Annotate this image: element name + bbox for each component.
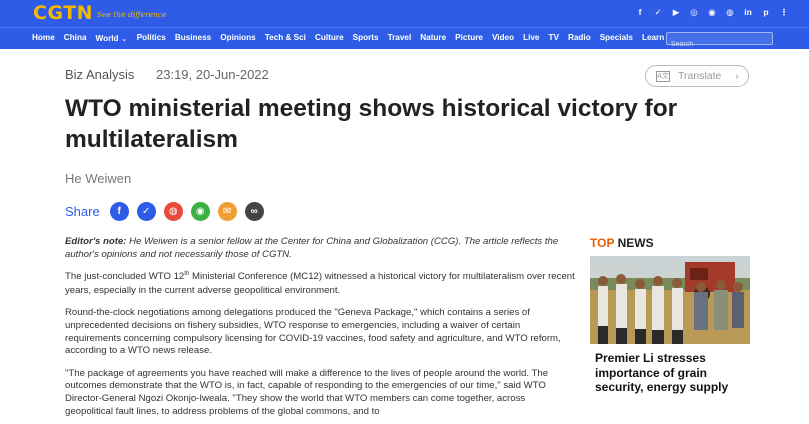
chevron-right-icon: ›	[735, 70, 739, 82]
social-links: f ✓ ▶ ◎ ◉ ◍ in p ⋮	[635, 7, 789, 17]
nav-live[interactable]: Live	[523, 33, 539, 43]
twitter-share-icon[interactable]: ✓	[136, 202, 156, 221]
editors-note: Editor's note: He Weiwen is a senior fel…	[65, 236, 575, 261]
search-input[interactable]	[667, 39, 772, 50]
link-share-icon[interactable]: ∞	[244, 202, 264, 221]
nav-radio[interactable]: Radio	[568, 33, 591, 43]
article-body: Editor's note: He Weiwen is a senior fel…	[65, 236, 575, 424]
youtube-icon[interactable]: ▶	[671, 7, 681, 17]
nav-picture[interactable]: Picture	[455, 33, 483, 43]
linkedin-icon[interactable]: in	[743, 7, 753, 17]
nav-nature[interactable]: Nature	[420, 33, 446, 43]
nav-specials[interactable]: Specials	[600, 33, 633, 43]
translate-button[interactable]: A文 Translate ›	[645, 65, 749, 87]
article-title: WTO ministerial meeting shows historical…	[65, 95, 678, 153]
nav-politics[interactable]: Politics	[137, 33, 166, 43]
top-news-headline[interactable]: Premier Li stresses importance of grain …	[595, 351, 745, 395]
translate-label: Translate	[678, 70, 722, 82]
top-header: CGTN See the difference f ✓ ▶ ◎ ◉ ◍ in p…	[0, 0, 809, 27]
article-author[interactable]: He Weiwen	[65, 171, 131, 186]
main-nav: Home China World ⌄ Politics Business Opi…	[0, 27, 809, 50]
slogan: See the difference	[97, 10, 167, 19]
article-timestamp: 23:19, 20-Jun-2022	[156, 67, 269, 82]
nav-tech-sci[interactable]: Tech & Sci	[265, 33, 306, 43]
p1-sup: th	[184, 271, 190, 278]
weibo-share-icon[interactable]: ◍	[163, 202, 183, 221]
nav-china[interactable]: China	[64, 33, 87, 43]
nav-tv[interactable]: TV	[548, 33, 558, 43]
nav-home[interactable]: Home	[32, 33, 55, 43]
instagram-icon[interactable]: ◎	[689, 7, 699, 17]
cgtn-logo[interactable]: CGTN	[33, 2, 93, 24]
nav-travel[interactable]: Travel	[388, 33, 412, 43]
nav-sports[interactable]: Sports	[353, 33, 379, 43]
editors-note-label: Editor's note:	[65, 236, 127, 247]
nav-video[interactable]: Video	[492, 33, 514, 43]
nav-world[interactable]: World ⌄	[96, 33, 128, 43]
weibo-icon[interactable]: ◍	[725, 7, 735, 17]
pinterest-icon[interactable]: p	[761, 7, 771, 17]
translate-icon: A文	[656, 70, 670, 82]
nav-business[interactable]: Business	[175, 33, 211, 43]
article-category[interactable]: Biz Analysis	[65, 67, 134, 82]
paragraph-3: "The package of agreements you have reac…	[65, 367, 549, 417]
p1-start: The just-concluded WTO 12	[65, 271, 185, 283]
article-meta: Biz Analysis 23:19, 20-Jun-2022	[65, 67, 269, 82]
facebook-share-icon[interactable]: f	[109, 202, 129, 221]
chevron-down-icon: ⌄	[118, 34, 128, 43]
paragraph-2: Round-the-clock negotiations among deleg…	[65, 307, 561, 357]
more-icon[interactable]: ⋮	[779, 7, 789, 17]
editors-note-text: He Weiwen is a senior fellow at the Cent…	[65, 236, 559, 260]
top-news-image[interactable]	[590, 256, 750, 344]
twitter-icon[interactable]: ✓	[653, 7, 663, 17]
nav-world-label: World	[95, 34, 119, 43]
top-news-accent: TOP	[590, 236, 615, 250]
top-news-heading: TOP NEWS	[590, 236, 654, 250]
share-bar: Share f ✓ ◍ ◉ ✉ ∞	[65, 202, 264, 221]
nav-items: Home China World ⌄ Politics Business Opi…	[32, 33, 698, 43]
facebook-icon[interactable]: f	[635, 7, 645, 17]
email-share-icon[interactable]: ✉	[217, 202, 237, 221]
share-label: Share	[65, 204, 100, 219]
nav-opinions[interactable]: Opinions	[220, 33, 255, 43]
nav-culture[interactable]: Culture	[315, 33, 344, 43]
wechat-share-icon[interactable]: ◉	[190, 202, 210, 221]
top-news-rest: NEWS	[614, 236, 654, 250]
paragraph-1: The just-concluded WTO 12th Ministerial …	[65, 271, 575, 297]
field-photo	[590, 256, 750, 344]
wechat-icon[interactable]: ◉	[707, 7, 717, 17]
search-box	[666, 32, 773, 50]
